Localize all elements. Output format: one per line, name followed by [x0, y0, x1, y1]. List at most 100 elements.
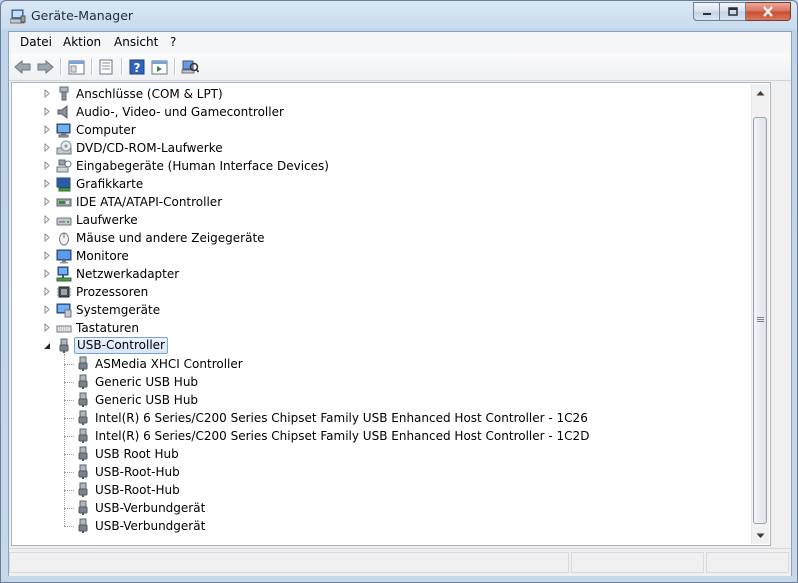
- usb-device-icon: [78, 428, 88, 443]
- help-button[interactable]: ?: [127, 57, 147, 77]
- usb-device-icon: [78, 392, 88, 407]
- usb-device-icon: [78, 500, 88, 515]
- tree-item-label: Eingabegeräte (Human Interface Devices): [76, 159, 329, 173]
- tree-item-tastaturen[interactable]: Tastaturen: [12, 319, 752, 337]
- status-pane-3: [706, 552, 789, 573]
- usb-device-icon: [78, 356, 88, 371]
- tree-item-label: Netzwerkadapter: [76, 267, 180, 281]
- back-icon: [14, 60, 31, 74]
- menu-datei[interactable]: Datei: [20, 35, 52, 49]
- device-item-label: Generic USB Hub: [95, 375, 199, 389]
- tree-item-usb-controller[interactable]: USB-Controller: [12, 337, 752, 355]
- back-button[interactable]: [13, 57, 33, 77]
- forward-icon: [37, 60, 54, 74]
- tree-item-m-use-und-andere-zeigeger-te[interactable]: Mäuse und andere Zeigegeräte: [12, 229, 752, 247]
- tree-item-grafikkarte[interactable]: Grafikkarte: [12, 175, 752, 193]
- close-button[interactable]: [746, 2, 791, 21]
- expand-arrow-icon[interactable]: [42, 89, 51, 98]
- expand-arrow-icon[interactable]: [42, 287, 51, 296]
- toolbar: ?: [9, 53, 791, 81]
- scroll-down-button[interactable]: [752, 527, 769, 544]
- tree-item-dvd-cd-rom-laufwerke[interactable]: DVD/CD-ROM-Laufwerke: [12, 139, 752, 157]
- run-button[interactable]: [149, 57, 169, 77]
- run-icon: [151, 60, 167, 74]
- ide-controller-icon: [56, 198, 72, 207]
- tree-item-eingabeger-te-human-interface-devices[interactable]: Eingabegeräte (Human Interface Devices): [12, 157, 752, 175]
- device-item[interactable]: Intel(R) 6 Series/C200 Series Chipset Fa…: [12, 409, 752, 427]
- tree-item-netzwerkadapter[interactable]: Netzwerkadapter: [12, 265, 752, 283]
- menu-help[interactable]: ?: [170, 35, 176, 49]
- scan-hardware-button[interactable]: [180, 57, 200, 77]
- minimize-button[interactable]: [693, 2, 720, 21]
- device-item-label: USB-Root-Hub: [95, 483, 180, 497]
- tree-item-monitore[interactable]: Monitore: [12, 247, 752, 265]
- device-item[interactable]: USB-Verbundgerät: [12, 499, 752, 517]
- scroll-down-icon: [756, 533, 765, 538]
- scroll-up-icon: [756, 90, 765, 95]
- minimize-icon: [702, 12, 711, 15]
- expand-arrow-icon[interactable]: [42, 323, 51, 332]
- device-tree[interactable]: Anschlüsse (COM & LPT) Audio-, Video- und…: [11, 82, 771, 546]
- properties-button[interactable]: [96, 57, 116, 77]
- menu-bar: Datei Aktion Ansicht ?: [9, 32, 791, 54]
- expand-arrow-icon[interactable]: [42, 125, 51, 134]
- tree-item-label: Anschlüsse (COM & LPT): [76, 87, 223, 101]
- show-hide-tree-button[interactable]: [66, 57, 86, 77]
- usb-device-icon: [78, 482, 88, 497]
- scroll-up-button[interactable]: [752, 84, 769, 101]
- tree-item-label: Laufwerke: [76, 213, 138, 227]
- forward-button[interactable]: [35, 57, 55, 77]
- expand-arrow-icon[interactable]: [42, 305, 51, 314]
- tree-item-anschl-sse-com-lpt[interactable]: Anschlüsse (COM & LPT): [12, 85, 752, 103]
- help-icon: ?: [129, 59, 145, 75]
- tree-item-label: Audio-, Video- und Gamecontroller: [76, 105, 284, 119]
- device-item[interactable]: USB-Verbundgerät: [12, 517, 752, 535]
- scrollbar-thumb[interactable]: [753, 117, 767, 524]
- tree-item-label: DVD/CD-ROM-Laufwerke: [76, 141, 223, 155]
- title-bar[interactable]: Geräte-Manager: [1, 1, 797, 31]
- device-item[interactable]: Generic USB Hub: [12, 391, 752, 409]
- tree-item-prozessoren[interactable]: Prozessoren: [12, 283, 752, 301]
- tree-item-label: Prozessoren: [76, 285, 149, 299]
- usb-device-icon: [78, 518, 88, 533]
- device-item[interactable]: USB-Root-Hub: [12, 463, 752, 481]
- keyboard-icon: [56, 325, 72, 333]
- device-item[interactable]: ASMedia XHCI Controller: [12, 355, 752, 373]
- device-item-label: USB-Root-Hub: [95, 465, 180, 479]
- expand-arrow-icon[interactable]: [42, 215, 51, 224]
- expand-arrow-icon[interactable]: [42, 107, 51, 116]
- device-item[interactable]: USB Root Hub: [12, 445, 752, 463]
- window-title: Geräte-Manager: [31, 8, 134, 23]
- menu-aktion[interactable]: Aktion: [63, 35, 101, 49]
- expand-arrow-icon[interactable]: [42, 269, 51, 278]
- speaker-icon: [57, 104, 68, 120]
- vertical-scrollbar[interactable]: [751, 84, 769, 544]
- tree-item-label: Monitore: [76, 249, 129, 263]
- status-pane-2: [571, 552, 704, 573]
- expand-arrow-icon[interactable]: [42, 179, 51, 188]
- menu-ansicht[interactable]: Ansicht: [114, 35, 158, 49]
- device-item[interactable]: Intel(R) 6 Series/C200 Series Chipset Fa…: [12, 427, 752, 445]
- status-pane-main: [9, 552, 569, 573]
- tree-item-laufwerke[interactable]: Laufwerke: [12, 211, 752, 229]
- collapse-arrow-icon[interactable]: [42, 341, 51, 350]
- device-manager-app-icon: [10, 9, 26, 24]
- tree-item-systemger-te[interactable]: Systemgeräte: [12, 301, 752, 319]
- show-hide-console-tree-icon: [68, 60, 84, 74]
- expand-arrow-icon[interactable]: [42, 251, 51, 260]
- device-item-label: ASMedia XHCI Controller: [95, 357, 243, 371]
- expand-arrow-icon[interactable]: [42, 161, 51, 170]
- properties-icon: [99, 59, 113, 75]
- system-device-icon: [56, 303, 72, 318]
- tree-item-computer[interactable]: Computer: [12, 121, 752, 139]
- tree-item-ide-ata-atapi-controller[interactable]: IDE ATA/ATAPI-Controller: [12, 193, 752, 211]
- expand-arrow-icon[interactable]: [42, 197, 51, 206]
- expand-arrow-icon[interactable]: [42, 143, 51, 152]
- device-item[interactable]: Generic USB Hub: [12, 373, 752, 391]
- device-item[interactable]: USB-Root-Hub: [12, 481, 752, 499]
- tree-item-label: USB-Controller: [74, 337, 168, 354]
- tree-item-audio-video-und-gamecontroller[interactable]: Audio-, Video- und Gamecontroller: [12, 103, 752, 121]
- port-icon: [59, 86, 69, 101]
- maximize-button[interactable]: [720, 2, 746, 21]
- expand-arrow-icon[interactable]: [42, 233, 51, 242]
